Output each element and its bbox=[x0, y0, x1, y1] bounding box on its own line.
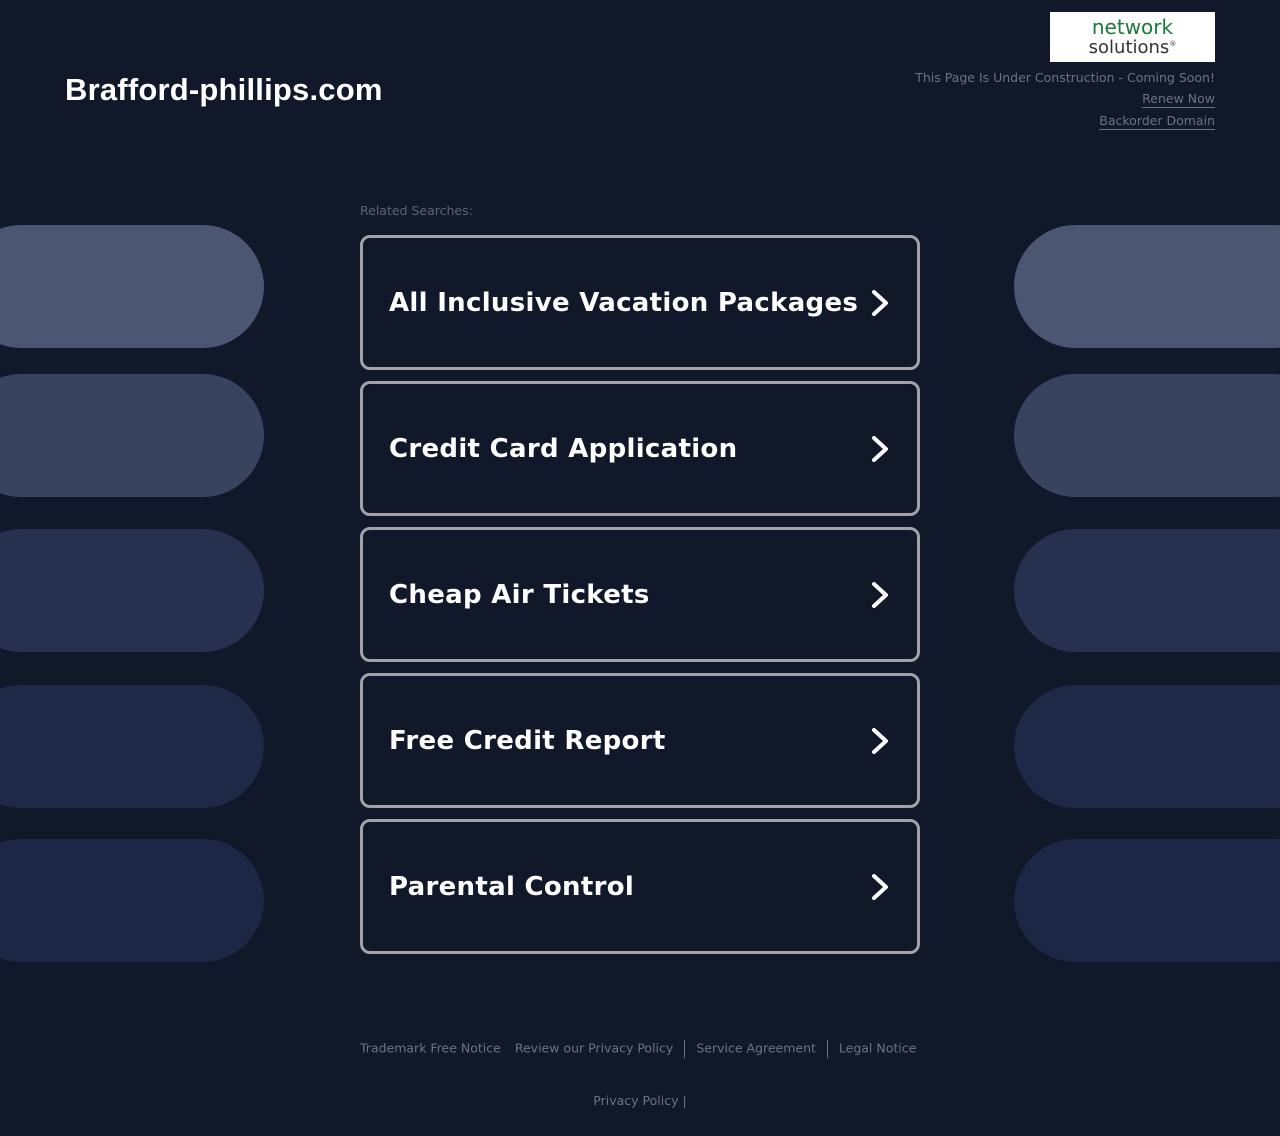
renew-now-link[interactable]: Renew Now bbox=[1142, 91, 1215, 108]
footer-divider bbox=[684, 1040, 686, 1058]
domain-actions: This Page Is Under Construction - Coming… bbox=[915, 70, 1215, 135]
service-agreement-link[interactable]: Service Agreement bbox=[696, 1041, 816, 1056]
related-searches-heading: Related Searches: bbox=[360, 203, 473, 218]
related-search-label: Free Credit Report bbox=[389, 725, 666, 756]
construction-notice: This Page Is Under Construction - Coming… bbox=[915, 70, 1215, 85]
footer-privacy: Privacy Policy | bbox=[0, 1093, 1280, 1108]
chevron-right-icon bbox=[872, 581, 888, 608]
decorative-pill bbox=[1014, 839, 1280, 962]
related-search-card[interactable]: All Inclusive Vacation Packages bbox=[360, 235, 920, 370]
network-solutions-logo[interactable]: network solutions® bbox=[1050, 12, 1215, 62]
trademark-free-notice-link[interactable]: Trademark Free Notice bbox=[360, 1041, 501, 1056]
decorative-pill bbox=[0, 374, 264, 497]
related-search-card[interactable]: Parental Control bbox=[360, 819, 920, 954]
related-search-label: Parental Control bbox=[389, 871, 635, 902]
related-search-card[interactable]: Credit Card Application bbox=[360, 381, 920, 516]
review-privacy-policy-link[interactable]: Review our Privacy Policy bbox=[515, 1041, 673, 1056]
decorative-pill bbox=[1014, 374, 1280, 497]
decorative-pill bbox=[0, 839, 264, 962]
related-search-card[interactable]: Free Credit Report bbox=[360, 673, 920, 808]
related-search-label: Cheap Air Tickets bbox=[389, 579, 650, 610]
privacy-policy-link[interactable]: Privacy Policy bbox=[593, 1093, 678, 1108]
decorative-pill bbox=[1014, 529, 1280, 652]
decorative-pill bbox=[0, 529, 264, 652]
legal-notice-link[interactable]: Legal Notice bbox=[839, 1041, 916, 1056]
chevron-right-icon bbox=[872, 435, 888, 462]
decorative-pill bbox=[0, 225, 264, 348]
logo-line1: network bbox=[1091, 14, 1174, 39]
decorative-pill bbox=[0, 685, 264, 808]
chevron-right-icon bbox=[872, 873, 888, 900]
related-search-label: All Inclusive Vacation Packages bbox=[389, 287, 859, 318]
chevron-right-icon bbox=[872, 289, 888, 316]
related-search-label: Credit Card Application bbox=[389, 433, 738, 464]
footer-links: Trademark Free Notice Review our Privacy … bbox=[360, 1040, 916, 1058]
site-title: Brafford-phillips.com bbox=[65, 72, 383, 107]
backorder-domain-link[interactable]: Backorder Domain bbox=[1099, 113, 1215, 130]
logo-line2-text: solutions bbox=[1088, 36, 1170, 58]
decorative-pill bbox=[1014, 225, 1280, 348]
footer-divider bbox=[826, 1040, 828, 1058]
footer-privacy-separator: | bbox=[682, 1093, 687, 1108]
registered-mark: ® bbox=[1169, 39, 1177, 48]
decorative-pill bbox=[1014, 685, 1280, 808]
related-search-card[interactable]: Cheap Air Tickets bbox=[360, 527, 920, 662]
chevron-right-icon bbox=[872, 727, 888, 754]
logo-line2: solutions® bbox=[1089, 36, 1177, 56]
